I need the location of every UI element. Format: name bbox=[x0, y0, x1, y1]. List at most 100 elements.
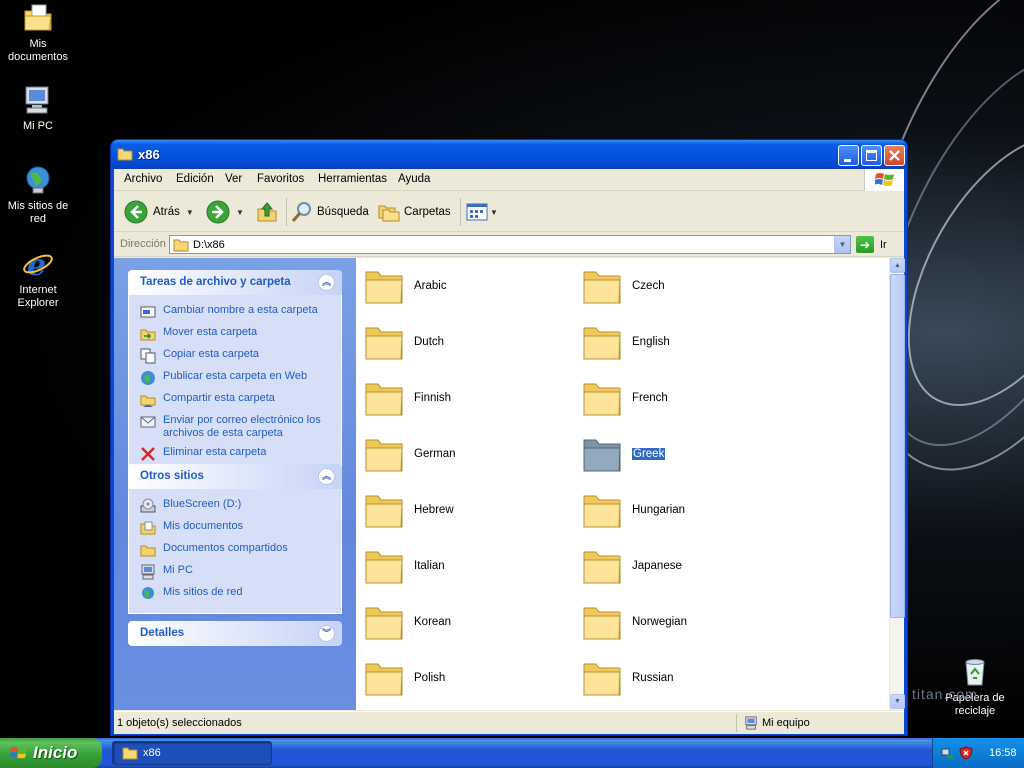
place-network[interactable]: Mis sitios de red bbox=[129, 583, 341, 605]
place-my-computer[interactable]: Mi PC bbox=[129, 561, 341, 583]
folder-item[interactable]: English bbox=[582, 320, 670, 364]
collapse-icon[interactable]: ︽ bbox=[318, 274, 335, 291]
task-email-files[interactable]: Enviar por correo electrónico los archiv… bbox=[129, 411, 341, 443]
folder-item[interactable]: Czech bbox=[582, 264, 665, 308]
task-publish-web[interactable]: Publicar esta carpeta en Web bbox=[129, 367, 341, 389]
status-divider bbox=[736, 714, 737, 732]
address-input[interactable]: D:\x86 ▼ bbox=[169, 235, 851, 254]
folder-name: Czech bbox=[632, 280, 665, 292]
start-button[interactable]: Inicio bbox=[0, 738, 102, 768]
menu-file[interactable]: Archivo bbox=[124, 173, 162, 185]
folder-item[interactable]: Russian bbox=[582, 656, 674, 700]
recycle-bin-icon bbox=[965, 659, 985, 686]
system-tray: 16:58 bbox=[932, 738, 1024, 768]
desktop-icon-label: Mis documentos bbox=[8, 38, 68, 63]
copy-folder-icon bbox=[140, 348, 156, 364]
folder-item[interactable]: Dutch bbox=[364, 320, 444, 364]
folder-name: Norwegian bbox=[632, 616, 687, 628]
folder-icon bbox=[173, 239, 189, 251]
back-button[interactable]: Atrás ▼ bbox=[124, 200, 194, 224]
my-computer-icon bbox=[25, 86, 49, 114]
taskbar-window-label: x86 bbox=[143, 747, 161, 759]
folder-icon bbox=[583, 607, 621, 640]
share-folder-icon bbox=[140, 395, 156, 407]
toolbar-separator bbox=[286, 198, 287, 226]
taskbar-window-button[interactable]: x86 bbox=[112, 741, 272, 765]
up-folder-button[interactable] bbox=[256, 200, 278, 224]
desktop-icon-my-computer[interactable]: Mi PC bbox=[0, 84, 76, 133]
folder-item[interactable]: Norwegian bbox=[582, 600, 687, 644]
address-dropdown-button[interactable]: ▼ bbox=[834, 236, 850, 253]
folder-item[interactable]: Italian bbox=[364, 544, 445, 588]
folder-item[interactable]: Japanese bbox=[582, 544, 682, 588]
back-dropdown-icon[interactable]: ▼ bbox=[186, 208, 194, 217]
folder-item[interactable]: Polish bbox=[364, 656, 445, 700]
folder-icon bbox=[365, 551, 403, 584]
search-label: Búsqueda bbox=[317, 206, 369, 218]
task-share-folder[interactable]: Compartir esta carpeta bbox=[129, 389, 341, 411]
views-button[interactable]: ▼ bbox=[466, 200, 498, 224]
place-label: Mi PC bbox=[163, 564, 193, 576]
scroll-thumb[interactable] bbox=[890, 274, 905, 618]
task-delete-folder[interactable]: Eliminar esta carpeta bbox=[129, 443, 341, 465]
maximize-button[interactable] bbox=[861, 145, 882, 166]
close-button[interactable] bbox=[884, 145, 905, 166]
folders-button[interactable]: Carpetas bbox=[377, 200, 451, 224]
folder-item[interactable]: Hebrew bbox=[364, 488, 454, 532]
place-cd-drive[interactable]: BlueScreen (D:) bbox=[129, 495, 341, 517]
desktop-icon-ie[interactable]: e Internet Explorer bbox=[0, 248, 76, 310]
go-button[interactable]: ➔ Ir bbox=[856, 236, 887, 253]
collapse-icon[interactable]: ︽ bbox=[318, 468, 335, 485]
place-shared-documents[interactable]: Documentos compartidos bbox=[129, 539, 341, 561]
desktop-icon-my-documents[interactable]: Mis documentos bbox=[0, 2, 76, 64]
folder-name: Polish bbox=[414, 672, 446, 684]
other-places-panel: Otros sitios ︽ BlueScreen (D:) Mis docum… bbox=[128, 464, 342, 614]
minimize-button[interactable] bbox=[838, 145, 859, 166]
folder-name: Korean bbox=[414, 616, 452, 628]
menu-view[interactable]: Ver bbox=[225, 173, 242, 185]
panel-title: Otros sitios bbox=[140, 470, 204, 482]
panel-header[interactable]: Otros sitios ︽ bbox=[128, 464, 342, 489]
status-selection-count: 1 objeto(s) seleccionados bbox=[117, 717, 242, 729]
folder-item[interactable]: French bbox=[582, 376, 668, 420]
back-arrow-icon bbox=[124, 200, 148, 224]
expand-icon[interactable]: ︾ bbox=[318, 625, 335, 642]
panel-header[interactable]: Detalles ︾ bbox=[128, 621, 342, 646]
vertical-scrollbar[interactable]: ▲ ▼ bbox=[889, 258, 905, 710]
scroll-down-button[interactable]: ▼ bbox=[890, 694, 905, 709]
folder-item[interactable]: Korean bbox=[364, 600, 451, 644]
task-rename-folder[interactable]: Cambiar nombre a esta carpeta bbox=[129, 301, 341, 323]
panel-header[interactable]: Tareas de archivo y carpeta ︽ bbox=[128, 270, 342, 295]
title-bar[interactable]: x86 bbox=[111, 140, 907, 169]
menu-edit[interactable]: Edición bbox=[176, 173, 214, 185]
folder-item[interactable]: Finnish bbox=[364, 376, 451, 420]
desktop-icon-network[interactable]: Mis sitios de red bbox=[0, 164, 76, 226]
search-button[interactable]: Búsqueda bbox=[290, 200, 369, 224]
views-dropdown-icon[interactable]: ▼ bbox=[490, 208, 498, 217]
folder-item[interactable]: Hungarian bbox=[582, 488, 685, 532]
place-my-documents[interactable]: Mis documentos bbox=[129, 517, 341, 539]
windows-flag-icon bbox=[875, 173, 894, 186]
forward-button[interactable]: ▼ bbox=[206, 200, 244, 224]
task-label: Publicar esta carpeta en Web bbox=[163, 370, 308, 382]
folder-item[interactable]: German bbox=[364, 432, 456, 476]
folder-icon bbox=[365, 271, 403, 304]
folder-name: Japanese bbox=[632, 560, 682, 572]
my-documents-icon bbox=[24, 4, 52, 31]
task-copy-folder[interactable]: Copiar esta carpeta bbox=[129, 345, 341, 367]
network-tray-icon[interactable] bbox=[941, 746, 955, 760]
menu-favorites[interactable]: Favoritos bbox=[257, 173, 304, 185]
shared-documents-icon bbox=[140, 545, 156, 557]
desktop-icon-label: Mi PC bbox=[23, 120, 53, 132]
folder-name: Hungarian bbox=[632, 504, 686, 516]
folder-name: Greek bbox=[632, 448, 666, 460]
task-move-folder[interactable]: Mover esta carpeta bbox=[129, 323, 341, 345]
folder-item[interactable]: Arabic bbox=[364, 264, 447, 308]
folder-item[interactable]: Greek bbox=[582, 432, 666, 476]
address-value: D:\x86 bbox=[193, 238, 225, 251]
forward-dropdown-icon[interactable]: ▼ bbox=[236, 208, 244, 217]
menu-tools[interactable]: Herramientas bbox=[318, 173, 387, 185]
scroll-up-button[interactable]: ▲ bbox=[890, 258, 905, 273]
menu-help[interactable]: Ayuda bbox=[398, 173, 430, 185]
security-shield-icon[interactable] bbox=[959, 746, 973, 760]
